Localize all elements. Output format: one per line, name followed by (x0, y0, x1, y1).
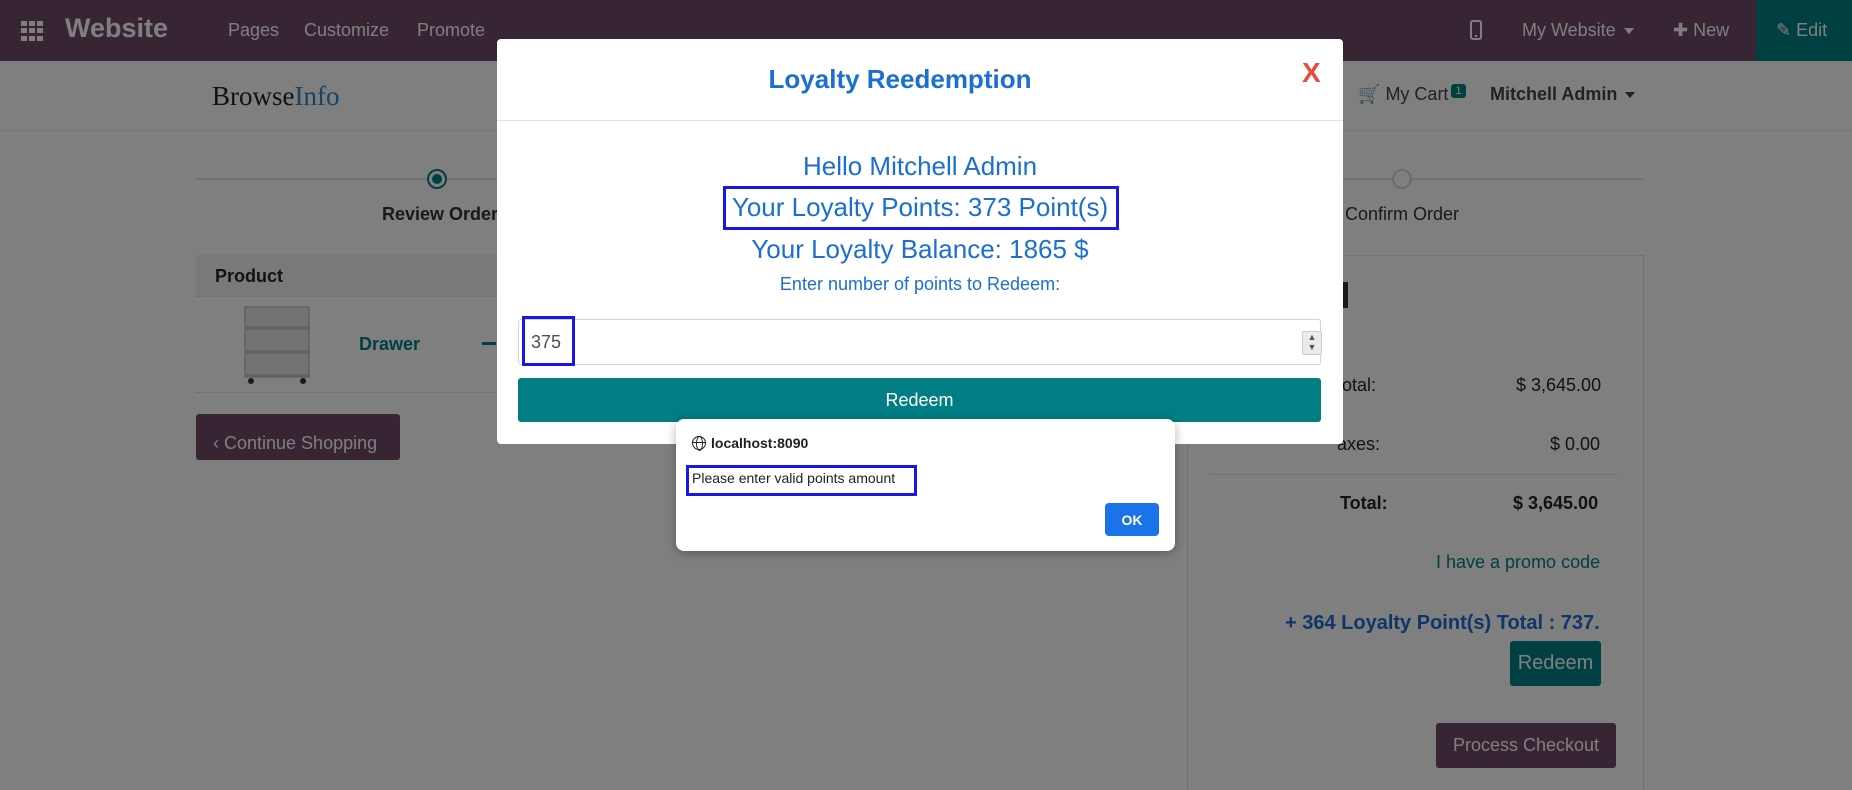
highlight-box-points (723, 186, 1119, 230)
highlight-box-message (686, 465, 917, 496)
number-stepper-icon[interactable]: ▲ ▼ (1302, 331, 1322, 355)
highlight-box-input (522, 316, 575, 366)
loyalty-redemption-modal: Loyalty Reedemption X Hello Mitchell Adm… (497, 39, 1343, 444)
alert-origin-text: localhost:8090 (711, 435, 809, 451)
alert-ok-button[interactable]: OK (1105, 503, 1159, 536)
modal-header: Loyalty Reedemption X (497, 39, 1343, 121)
redeem-prompt-text: Enter number of points to Redeem: (779, 274, 1061, 294)
modal-title: Loyalty Reedemption (768, 64, 1032, 94)
points-input[interactable]: 375 ▲ ▼ (518, 319, 1322, 365)
loyalty-balance-text: Your Loyalty Balance: 1865 $ (751, 234, 1089, 264)
modal-redeem-button[interactable]: Redeem (518, 378, 1321, 422)
greeting-text: Hello Mitchell Admin (802, 151, 1038, 181)
globe-icon (692, 436, 706, 451)
browser-alert-dialog: localhost:8090 Please enter valid points… (676, 419, 1175, 551)
alert-origin: localhost:8090 (692, 435, 808, 451)
modal-close-button[interactable]: X (1302, 57, 1321, 89)
